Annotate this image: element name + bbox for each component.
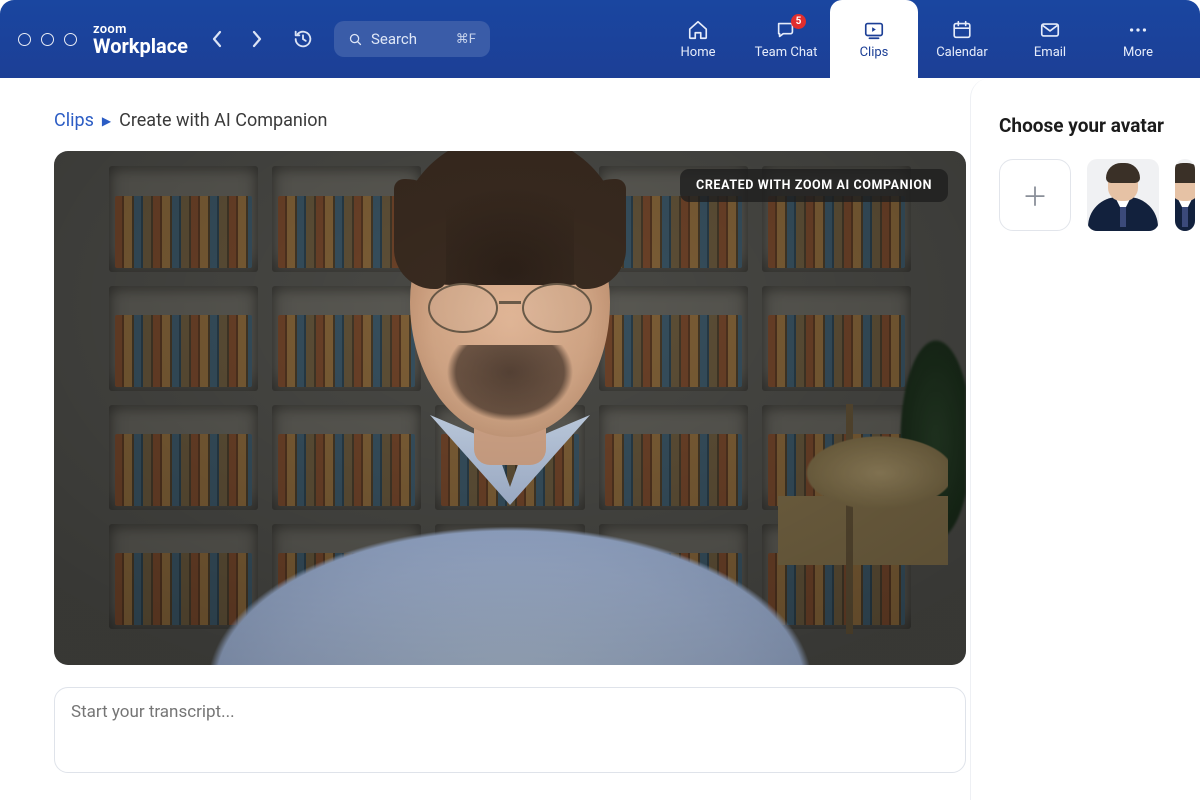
tab-email[interactable]: Email: [1006, 0, 1094, 78]
search-placeholder: Search: [371, 30, 417, 48]
search-input[interactable]: Search ⌘F: [334, 21, 490, 57]
avatar-option-2[interactable]: [1175, 159, 1195, 231]
plus-icon: ＋: [1022, 177, 1048, 214]
back-button[interactable]: [204, 26, 230, 52]
add-avatar-button[interactable]: ＋: [999, 159, 1071, 231]
email-icon: [1039, 19, 1061, 41]
history-icon: [292, 28, 314, 50]
tab-clips[interactable]: Clips: [830, 0, 918, 78]
tab-calendar[interactable]: Calendar: [918, 0, 1006, 78]
unread-badge: 5: [791, 14, 806, 29]
tab-team-chat[interactable]: Team Chat 5: [742, 0, 830, 78]
forward-button[interactable]: [244, 26, 270, 52]
avatar-panel-title: Choose your avatar: [999, 114, 1200, 137]
tab-label: Calendar: [936, 45, 988, 60]
window-controls: [18, 33, 77, 46]
chevron-right-icon: [251, 30, 263, 48]
breadcrumb-current: Create with AI Companion: [119, 110, 327, 131]
tab-label: Home: [681, 45, 716, 60]
video-preview[interactable]: CREATED WITH ZOOM AI COMPANION: [54, 151, 966, 665]
main-nav-tabs: Home Team Chat 5 Clips Calendar Email: [654, 0, 1182, 78]
search-icon: [348, 32, 363, 47]
tab-home[interactable]: Home: [654, 0, 742, 78]
chevron-right-icon: ▶: [102, 114, 111, 128]
tab-label: Team Chat: [755, 45, 818, 60]
tab-label: Email: [1034, 45, 1066, 60]
window-minimize-button[interactable]: [41, 33, 54, 46]
window-zoom-button[interactable]: [64, 33, 77, 46]
tab-label: More: [1123, 45, 1153, 60]
avatar-option-1[interactable]: [1087, 159, 1159, 231]
tab-label: Clips: [860, 45, 889, 60]
app-brand: zoom Workplace: [93, 23, 188, 56]
history-button[interactable]: [290, 26, 316, 52]
brand-line2: Workplace: [93, 36, 188, 56]
breadcrumb-root[interactable]: Clips: [54, 110, 94, 131]
title-bar: zoom Workplace Search ⌘F Home Team Cha: [0, 0, 1200, 78]
avatar-panel: Choose your avatar ＋: [970, 78, 1200, 800]
more-icon: [1127, 19, 1149, 41]
transcript-input[interactable]: [54, 687, 966, 773]
main-content: Clips ▶ Create with AI Companion: [0, 78, 1200, 800]
breadcrumb: Clips ▶ Create with AI Companion: [54, 110, 940, 131]
window-close-button[interactable]: [18, 33, 31, 46]
calendar-icon: [951, 19, 973, 41]
nav-history-controls: [204, 26, 316, 52]
avatar-list: ＋: [999, 159, 1200, 231]
clips-icon: [863, 19, 885, 41]
home-icon: [687, 19, 709, 41]
search-shortcut: ⌘F: [456, 32, 476, 47]
tab-more[interactable]: More: [1094, 0, 1182, 78]
ai-watermark-badge: CREATED WITH ZOOM AI COMPANION: [680, 169, 948, 202]
editor-column: Clips ▶ Create with AI Companion: [0, 78, 940, 800]
chevron-left-icon: [211, 30, 223, 48]
